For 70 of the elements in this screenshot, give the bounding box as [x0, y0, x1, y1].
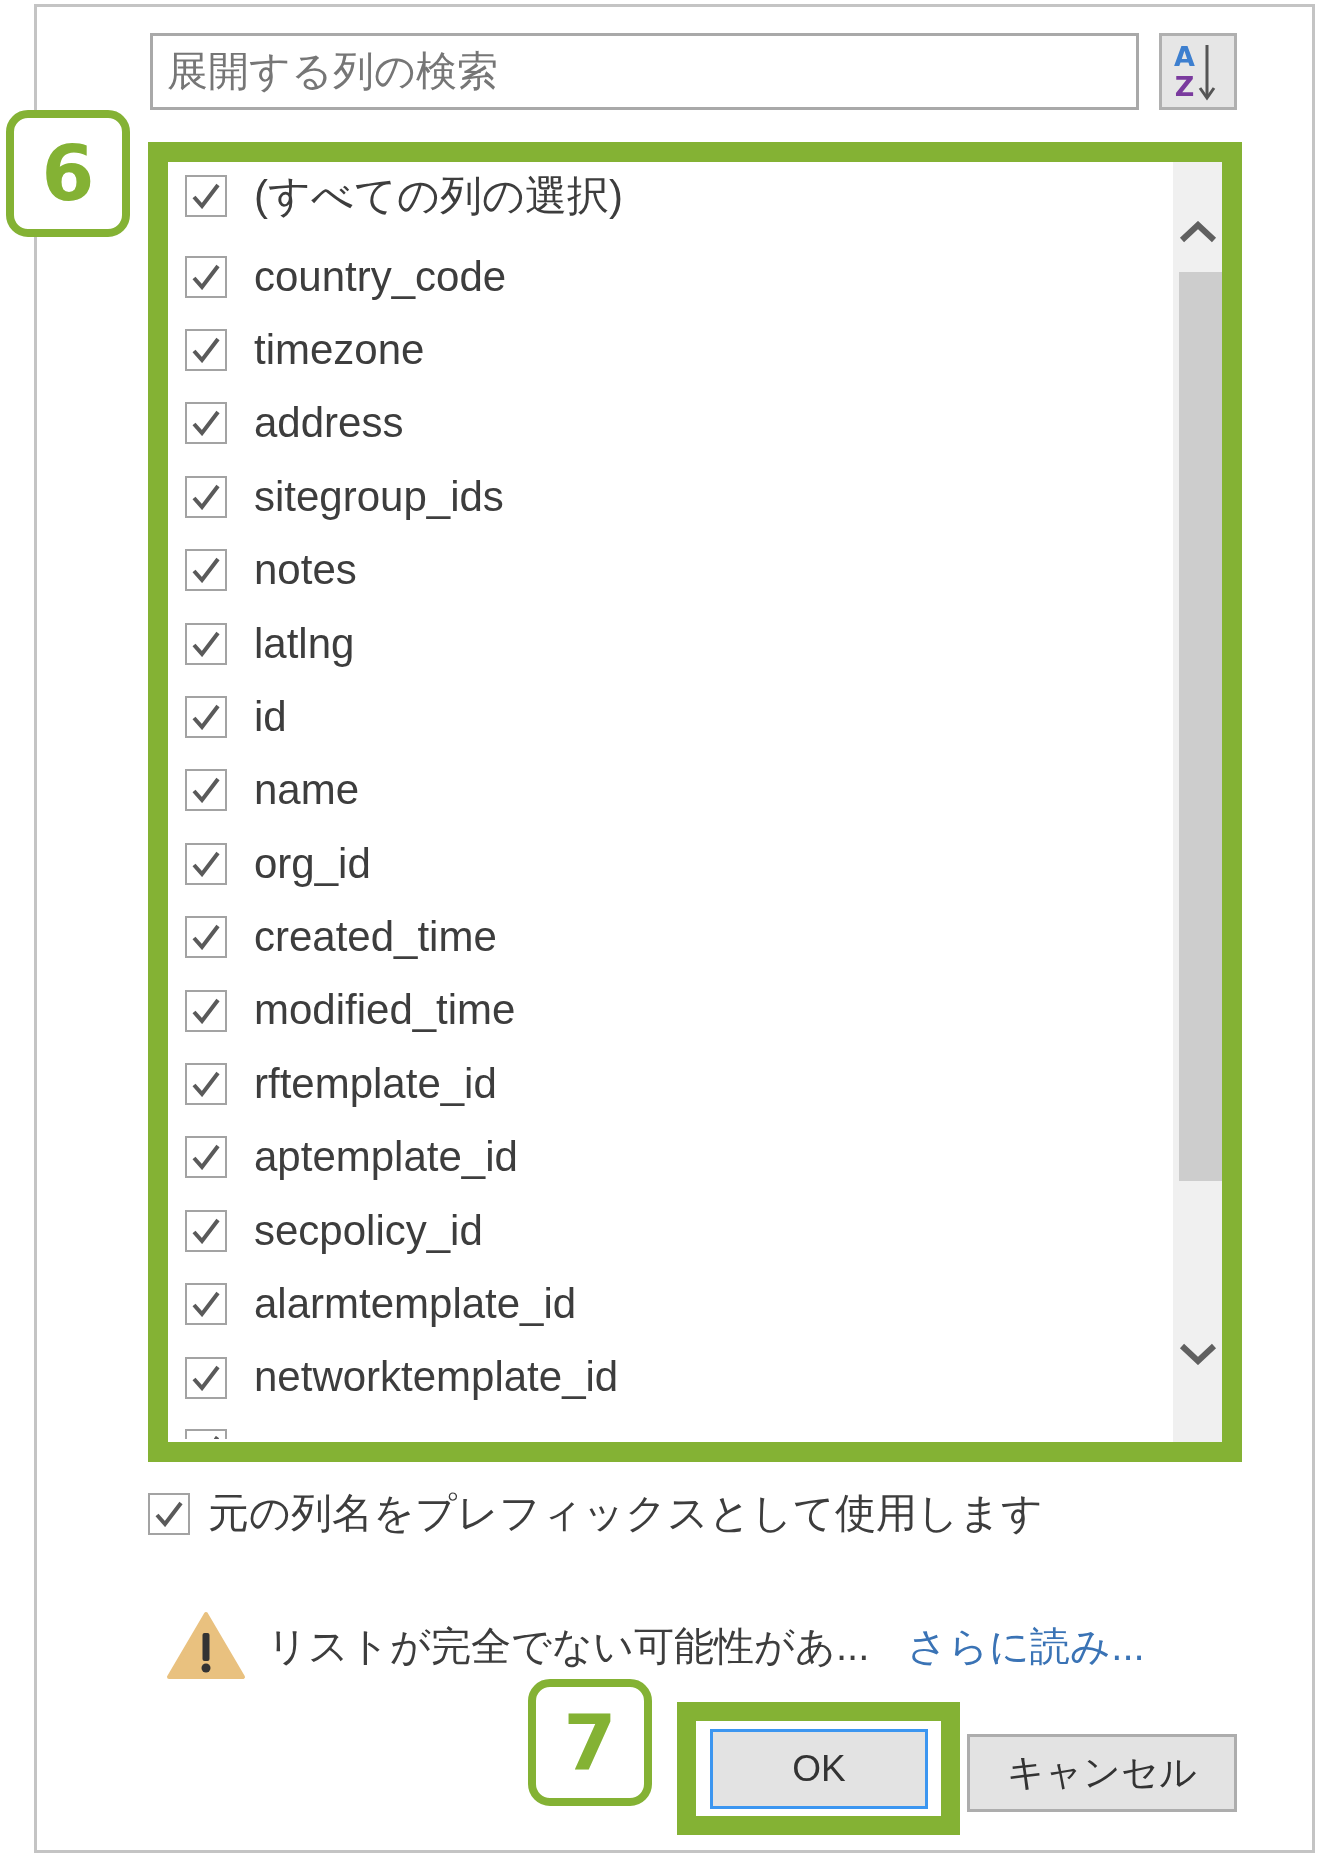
checkmark-icon [191, 1216, 221, 1244]
checkbox[interactable] [185, 175, 227, 217]
scrollbar-thumb[interactable] [1179, 272, 1222, 1181]
search-field[interactable]: 展開する列の検索 [150, 33, 1139, 110]
checkmark-icon [191, 336, 221, 364]
checkbox[interactable] [185, 989, 227, 1032]
column-name: alarmtemplate_id [254, 1280, 577, 1329]
ok-button[interactable]: OK [710, 1729, 928, 1809]
checkmark-icon [191, 849, 221, 877]
column-name: networktemplate_id [254, 1353, 619, 1402]
checkmark-icon [214, 1436, 220, 1440]
warning-message: リストが完全でない可能性があ... [267, 1622, 870, 1669]
checkbox[interactable] [185, 549, 227, 592]
chevron-down-icon[interactable] [1179, 1343, 1217, 1365]
column-name: timezone [254, 325, 425, 375]
checkmark-icon [191, 1070, 221, 1097]
checkmark-icon [191, 996, 221, 1024]
checkbox[interactable] [185, 622, 227, 665]
column-name: modified_time [254, 986, 516, 1035]
sort-button[interactable]: A Z [1159, 33, 1237, 110]
checkmark-icon [191, 923, 221, 951]
column-name: org_id [254, 839, 371, 888]
checkmark-icon [191, 409, 221, 437]
checkbox[interactable] [148, 1493, 190, 1535]
checkbox[interactable] [185, 696, 227, 739]
checkmark-icon [191, 1143, 221, 1171]
column-name: sitegroup_ids [254, 472, 504, 521]
column-name: secpolicy_id [254, 1206, 483, 1255]
checkbox[interactable] [185, 842, 227, 885]
prefix-option-label: 元の列名をプレフィックスとして使用します [208, 1490, 1043, 1538]
scrollbar[interactable] [1173, 162, 1222, 1442]
cancel-button[interactable]: キャンセル [967, 1734, 1237, 1812]
checkbox[interactable] [185, 1429, 227, 1440]
checkbox[interactable] [185, 1356, 227, 1399]
column-name: latlng [254, 619, 355, 668]
checkmark-icon [191, 556, 221, 584]
checkmark-icon [191, 703, 221, 731]
checkbox[interactable] [185, 1283, 227, 1326]
column-name: aptemplate_id [254, 1133, 518, 1182]
column-name: id [254, 692, 287, 742]
column-name: country_code [254, 252, 507, 301]
checkbox[interactable] [185, 402, 227, 445]
checkbox[interactable] [185, 1063, 227, 1105]
checkbox[interactable] [185, 1209, 227, 1252]
checkmark-icon [191, 1363, 221, 1391]
checkmark-icon [191, 629, 221, 657]
checkbox[interactable] [185, 255, 227, 298]
down-arrow-icon [1197, 42, 1216, 101]
warning-icon [166, 1611, 246, 1680]
chevron-up-icon[interactable] [1179, 221, 1217, 243]
checkmark-icon [191, 482, 221, 510]
checkmark-icon [191, 776, 221, 804]
read-more-link[interactable]: さらに読み... [907, 1622, 1145, 1669]
checkmark-icon [154, 1500, 184, 1527]
step-number-badge: 7 [528, 1679, 652, 1806]
step-number-badge: 6 [6, 110, 130, 237]
checkbox[interactable] [185, 1136, 227, 1179]
checkmark-icon [191, 1290, 221, 1318]
column-name: address [254, 399, 404, 448]
checkmark-icon [191, 182, 221, 209]
checkbox[interactable] [185, 769, 227, 812]
column-name: name [254, 766, 360, 815]
checkmark-icon [191, 262, 221, 290]
checkbox[interactable] [185, 329, 227, 372]
select-all-label: (すべての列の選択) [254, 171, 623, 221]
checkbox[interactable] [185, 916, 227, 959]
column-name: notes [254, 546, 357, 595]
column-name: created_time [254, 913, 497, 962]
column-name: rftemplate_id [254, 1059, 497, 1109]
checkbox[interactable] [185, 475, 227, 518]
